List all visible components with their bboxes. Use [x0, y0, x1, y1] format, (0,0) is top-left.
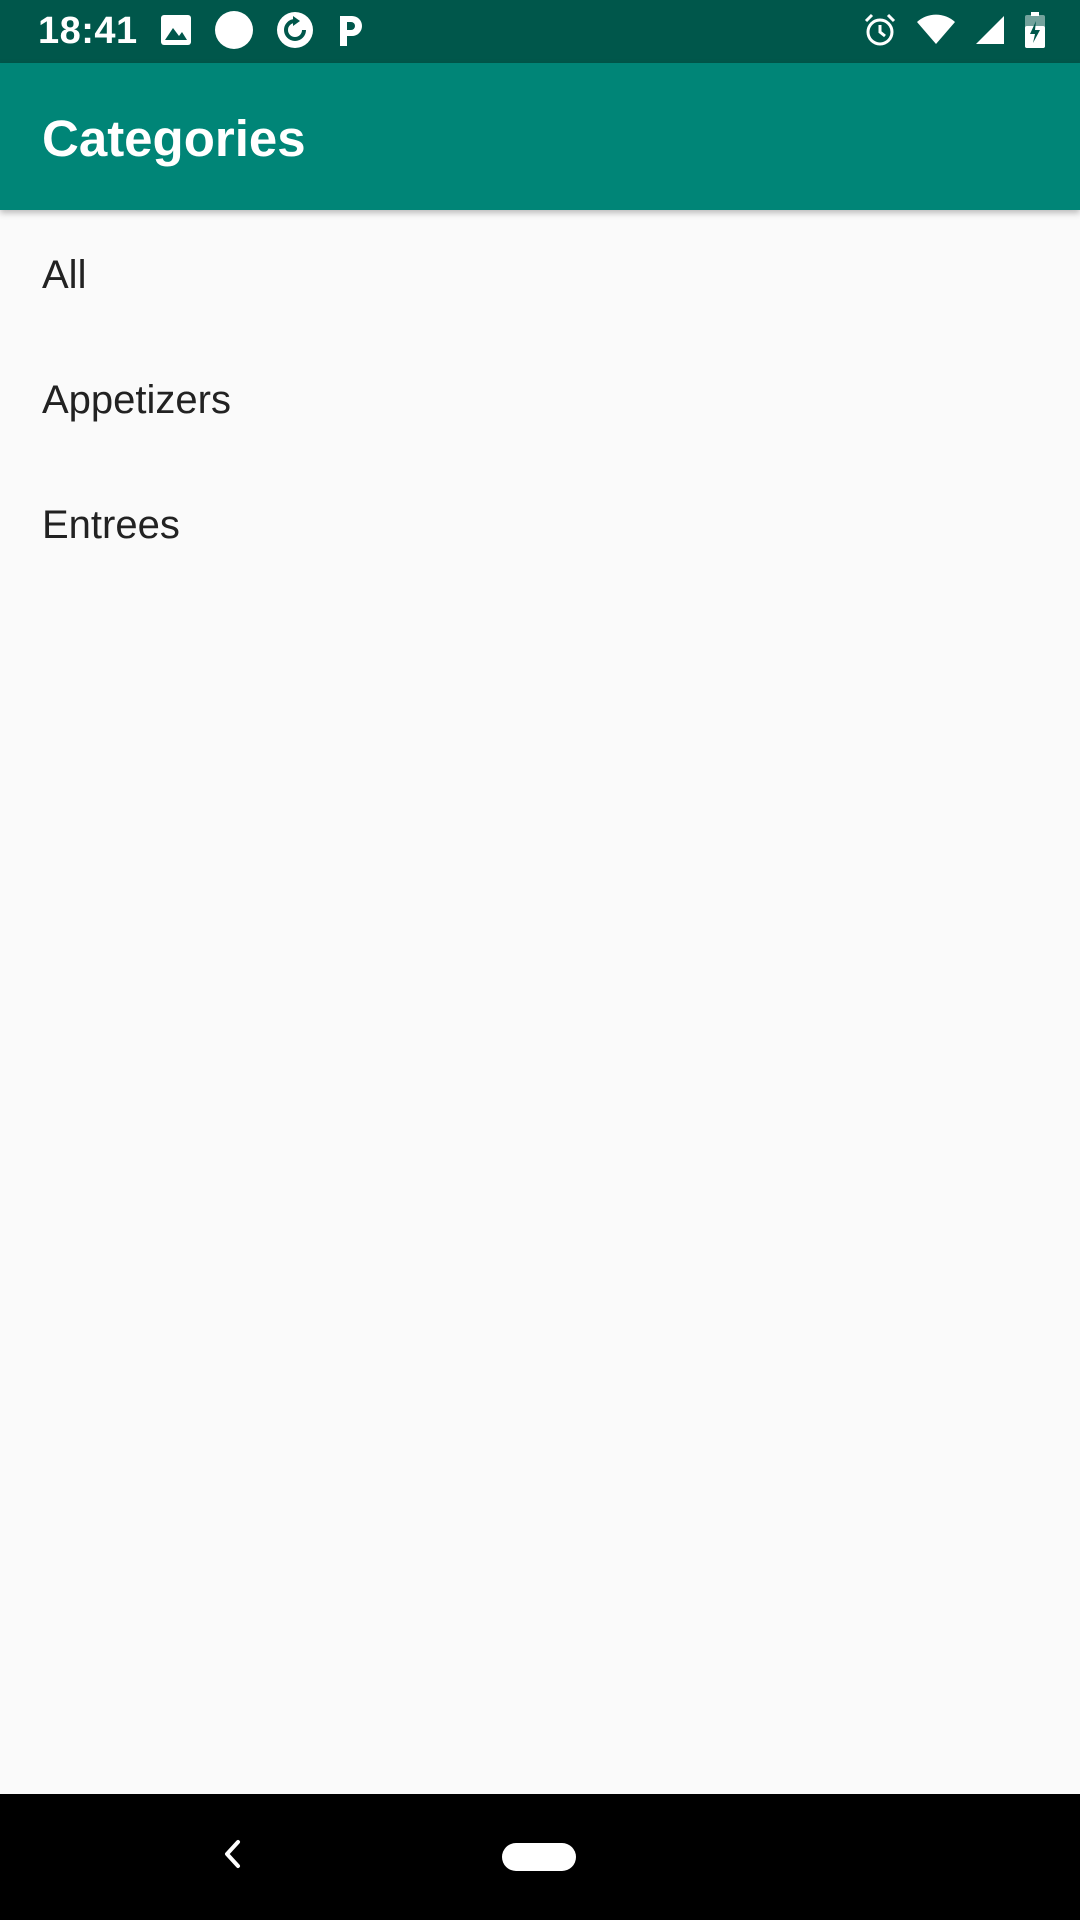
status-bar: 18:41 [0, 0, 1080, 63]
app-bar: Categories [0, 63, 1080, 210]
parking-icon [336, 12, 366, 53]
status-time: 18:41 [38, 10, 138, 52]
page-title: Categories [42, 110, 306, 167]
list-item-label: Appetizers [42, 377, 231, 422]
circle-icon [214, 10, 254, 55]
list-item-entrees[interactable]: Entrees [0, 462, 1080, 587]
cellular-signal-icon [974, 14, 1006, 51]
navigation-bar [0, 1794, 1080, 1920]
status-left-icons [160, 10, 388, 55]
list-item-label: All [42, 252, 87, 297]
screen: 18:41 Categories All Appetizers Entrees [0, 0, 1080, 1920]
alarm-icon [862, 12, 898, 53]
image-icon [160, 14, 192, 51]
wifi-icon [916, 14, 956, 51]
home-icon[interactable] [502, 1843, 576, 1871]
battery-charging-icon [1024, 11, 1046, 53]
sync-icon [276, 11, 314, 54]
category-list: All Appetizers Entrees [0, 212, 1080, 587]
list-item-all[interactable]: All [0, 212, 1080, 337]
list-item-appetizers[interactable]: Appetizers [0, 337, 1080, 462]
list-item-label: Entrees [42, 502, 180, 547]
back-icon[interactable] [218, 1834, 248, 1879]
status-right-icons [844, 11, 1046, 53]
